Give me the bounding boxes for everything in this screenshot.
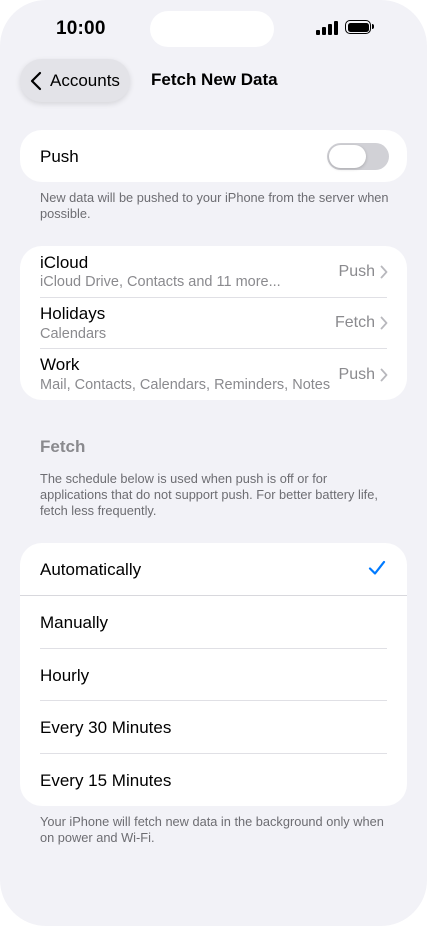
push-label: Push	[40, 147, 79, 166]
fetch-option-hourly[interactable]: Hourly	[20, 649, 407, 701]
account-row-work[interactable]: Work Mail, Contacts, Calendars, Reminder…	[20, 349, 407, 400]
back-button-label: Accounts	[50, 71, 120, 90]
account-detail: Calendars	[40, 326, 107, 342]
account-name: Holidays	[40, 304, 106, 323]
account-row-holidays[interactable]: Holidays Calendars Fetch	[20, 298, 407, 349]
push-toggle[interactable]	[327, 143, 389, 170]
fetch-description: The schedule below is used when push is …	[40, 471, 378, 518]
chevron-right-icon	[380, 316, 388, 330]
account-fetch-mode: Fetch	[334, 314, 375, 331]
account-name: Work	[40, 355, 80, 374]
fetch-option-manually[interactable]: Manually	[20, 596, 407, 648]
chevron-right-icon	[380, 368, 388, 382]
chevron-left-icon	[30, 71, 42, 91]
account-row-icloud[interactable]: iCloud iCloud Drive, Contacts and 11 mor…	[20, 246, 407, 297]
fetch-option-every-30-minutes[interactable]: Every 30 Minutes	[20, 701, 407, 753]
push-group: Push	[20, 130, 407, 182]
signal-icon	[316, 21, 338, 35]
dynamic-island	[150, 11, 274, 47]
fetch-section-header: Fetch	[40, 437, 86, 456]
fetch-option-label: Hourly	[40, 666, 90, 685]
fetch-option-label: Automatically	[40, 560, 142, 579]
back-button[interactable]: Accounts	[20, 59, 130, 102]
accounts-group: iCloud iCloud Drive, Contacts and 11 mor…	[20, 246, 407, 400]
chevron-right-icon	[380, 265, 388, 279]
checkmark-icon	[368, 560, 386, 575]
account-name: iCloud	[40, 253, 89, 272]
push-footer: New data will be pushed to your iPhone f…	[40, 190, 389, 221]
fetch-option-label: Manually	[40, 613, 109, 632]
account-fetch-mode: Push	[338, 366, 375, 383]
account-detail: iCloud Drive, Contacts and 11 more...	[40, 274, 281, 290]
phone-screen: 10:00 Accounts Fetch New Data Push New d…	[0, 0, 427, 926]
account-detail: Mail, Contacts, Calendars, Reminders, No…	[40, 377, 331, 393]
page-title: Fetch New Data	[151, 70, 278, 89]
battery-icon	[345, 20, 374, 34]
fetch-option-label: Every 30 Minutes	[40, 718, 172, 737]
fetch-option-label: Every 15 Minutes	[40, 771, 172, 790]
fetch-options-group: Automatically Manually Hourly Every 30 M…	[20, 543, 407, 806]
fetch-option-automatically[interactable]: Automatically	[20, 543, 407, 595]
fetch-footer: Your iPhone will fetch new data in the b…	[40, 814, 384, 845]
status-time: 10:00	[56, 18, 106, 39]
account-fetch-mode: Push	[338, 263, 375, 280]
fetch-option-every-15-minutes[interactable]: Every 15 Minutes	[20, 754, 407, 806]
